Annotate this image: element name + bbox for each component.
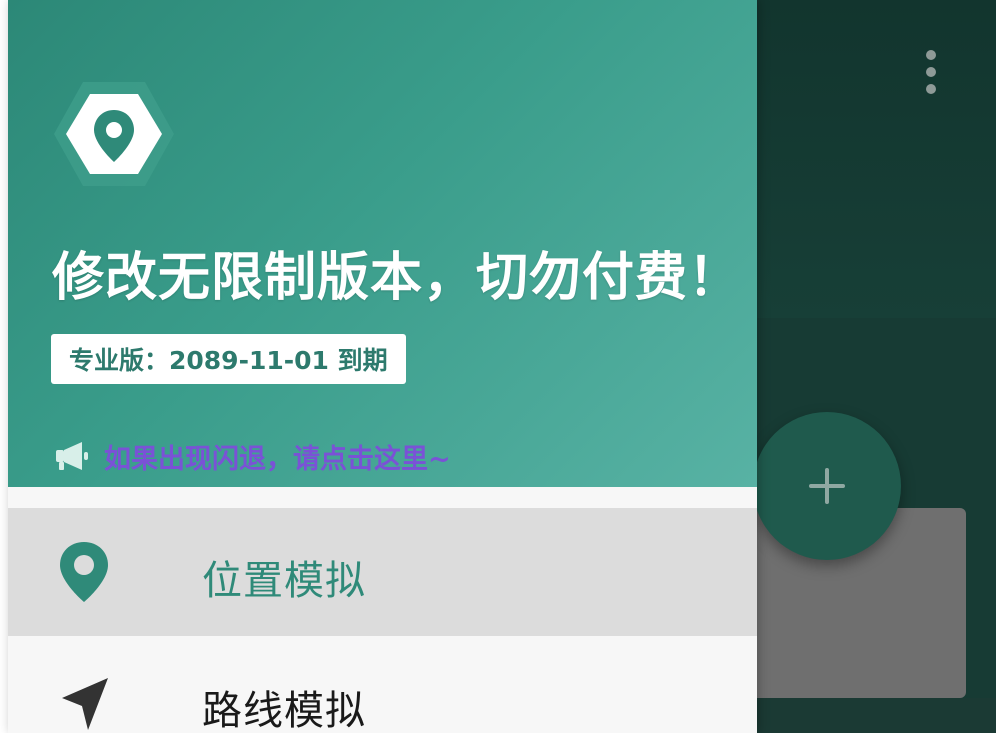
menu-item-label: 路线模拟 [202,688,366,733]
background-app [753,0,996,733]
header-divider [8,487,757,508]
menu-item-route-simulation[interactable]: 路线模拟 [8,636,757,733]
add-fab-button[interactable] [753,412,901,560]
location-pin-icon [56,540,112,604]
menu-item-location-simulation[interactable]: 位置模拟 [8,508,757,636]
plus-icon [809,468,845,504]
background-bottom-bar [757,698,996,733]
app-logo [52,78,176,190]
background-toolbar [757,0,996,318]
hexagon-location-logo-icon [54,82,174,186]
crash-notice-text: 如果出现闪退，请点击这里~ [104,443,451,475]
megaphone-icon [56,442,88,470]
navigation-drawer: 修改无限制版本，切勿付费！ 专业版：2089-11-01 到期 如果出现闪退，请… [8,0,757,733]
promo-title: 修改无限制版本，切勿付费！ [52,248,742,308]
menu-item-label: 位置模拟 [202,558,366,604]
drawer-header: 修改无限制版本，切勿付费！ 专业版：2089-11-01 到期 如果出现闪退，请… [8,0,757,487]
overflow-menu-icon[interactable] [919,46,943,98]
license-expiry-badge: 专业版：2089-11-01 到期 [51,334,406,384]
crash-notice-link[interactable]: 如果出现闪退，请点击这里~ [54,434,451,478]
navigation-arrow-icon [56,672,112,733]
